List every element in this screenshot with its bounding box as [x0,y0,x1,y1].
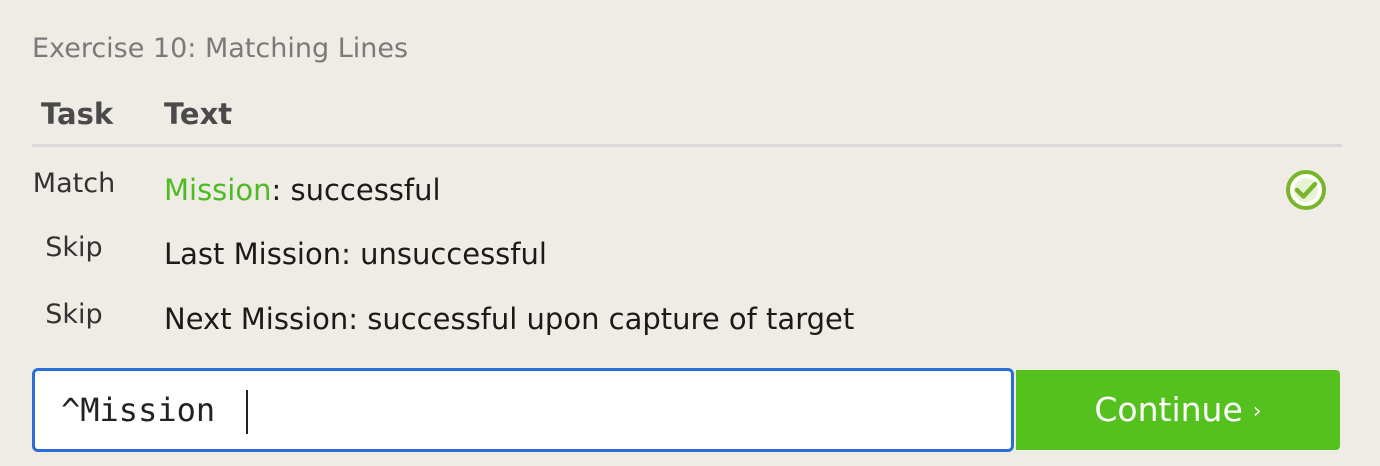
task-column-header: Task [41,97,114,131]
check-circle-icon [1286,170,1326,210]
row-text: Last Mission: unsuccessful [164,237,547,271]
continue-label: Continue [1094,390,1243,429]
table-row: Skip Next Mission: successful upon captu… [32,297,1342,347]
text-column-header: Text [164,97,233,131]
continue-button[interactable]: Continue › [1016,370,1340,450]
task-label: Match [32,168,116,199]
table-header: Task Text [32,92,1342,147]
regex-input-container [32,368,1014,452]
regex-input[interactable] [61,371,991,449]
table-row: Match Mission: successful [32,166,1342,216]
task-label: Skip [45,232,103,263]
task-label: Skip [45,299,103,330]
row-text: Mission: successful [164,170,441,210]
row-text-rest: : successful [271,173,441,207]
text-cursor [246,390,248,434]
exercise-title: Exercise 10: Matching Lines [32,33,409,64]
match-highlight: Mission [164,173,272,207]
row-text: Next Mission: successful upon capture of… [164,302,855,336]
chevron-right-icon: › [1252,399,1262,424]
table-row: Skip Last Mission: unsuccessful [32,230,1342,280]
